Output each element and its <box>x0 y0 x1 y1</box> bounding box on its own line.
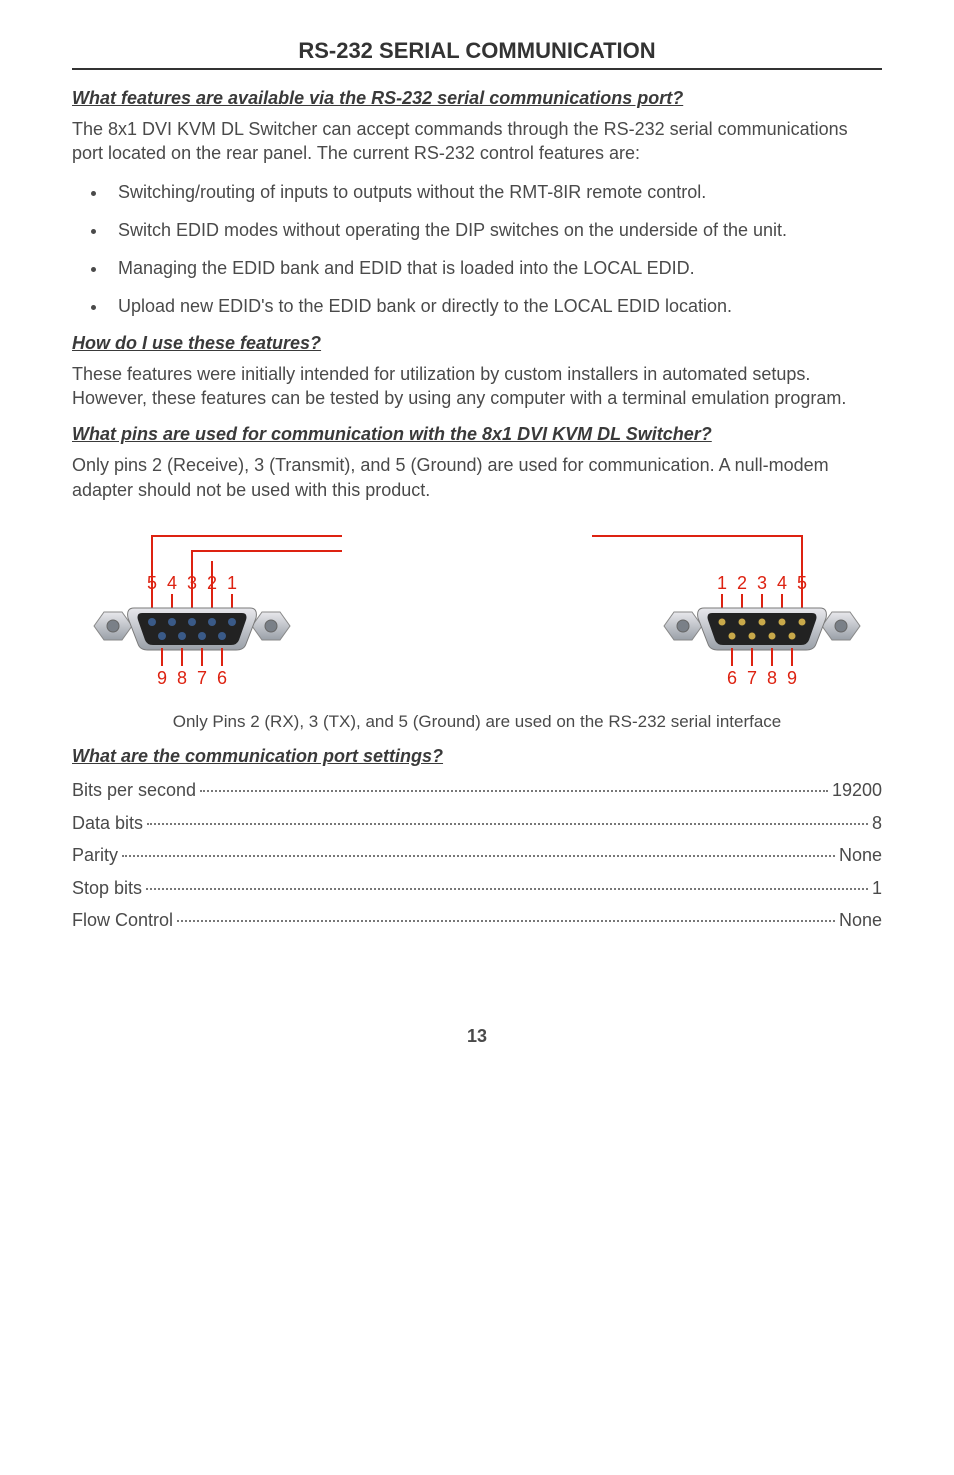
setting-value: 8 <box>872 808 882 839</box>
list-item: Managing the EDID bank and EDID that is … <box>108 256 882 280</box>
connector-figure-row: 5 4 3 2 1 <box>72 516 882 706</box>
db9-male-diagram: 1 2 3 4 5 <box>582 516 882 706</box>
pin-label: 8 <box>767 668 777 688</box>
pin-label: 3 <box>757 573 767 593</box>
pin-label: 1 <box>717 573 727 593</box>
setting-label: Bits per second <box>72 775 196 806</box>
setting-value: None <box>839 840 882 871</box>
setting-value: None <box>839 905 882 936</box>
pin-label: 5 <box>147 573 157 593</box>
pin-label: 9 <box>787 668 797 688</box>
setting-label: Data bits <box>72 808 143 839</box>
section3-heading: What pins are used for communication wit… <box>72 424 882 445</box>
pin-label: 7 <box>197 668 207 688</box>
leader-dots <box>122 855 835 857</box>
pin-label: 4 <box>167 573 177 593</box>
list-item: Switching/routing of inputs to outputs w… <box>108 180 882 204</box>
section4-heading: What are the communication port settings… <box>72 746 882 767</box>
list-item: Upload new EDID's to the EDID bank or di… <box>108 294 882 318</box>
title-rule <box>72 68 882 70</box>
pin-label: 9 <box>157 668 167 688</box>
setting-label: Parity <box>72 840 118 871</box>
pin-label: 3 <box>187 573 197 593</box>
setting-row: Data bits 8 <box>72 808 882 839</box>
pin-label: 7 <box>747 668 757 688</box>
setting-row: Flow Control None <box>72 905 882 936</box>
section2-heading: How do I use these features? <box>72 333 882 354</box>
setting-label: Stop bits <box>72 873 142 904</box>
pin-label: 4 <box>777 573 787 593</box>
settings-list: Bits per second 19200 Data bits 8 Parity… <box>72 775 882 936</box>
page-title: RS-232 SERIAL COMMUNICATION <box>72 38 882 64</box>
pin-label: 6 <box>217 668 227 688</box>
section1-para: The 8x1 DVI KVM DL Switcher can accept c… <box>72 117 882 166</box>
section3-para: Only pins 2 (Receive), 3 (Transmit), and… <box>72 453 882 502</box>
section2-para: These features were initially intended f… <box>72 362 882 411</box>
page: RS-232 SERIAL COMMUNICATION What feature… <box>0 0 954 1087</box>
leader-dots <box>147 823 868 825</box>
leader-dots <box>177 920 835 922</box>
db9-female-diagram: 5 4 3 2 1 <box>72 516 372 706</box>
pin-label: 2 <box>737 573 747 593</box>
figure-caption: Only Pins 2 (RX), 3 (TX), and 5 (Ground)… <box>72 712 882 732</box>
pin-label: 1 <box>227 573 237 593</box>
pin-label: 2 <box>207 573 217 593</box>
pin-label: 6 <box>727 668 737 688</box>
setting-row: Parity None <box>72 840 882 871</box>
page-number: 13 <box>72 1026 882 1047</box>
section1-list: Switching/routing of inputs to outputs w… <box>72 180 882 319</box>
leader-dots <box>200 790 828 792</box>
setting-row: Bits per second 19200 <box>72 775 882 806</box>
section1-heading: What features are available via the RS-2… <box>72 88 882 109</box>
setting-value: 19200 <box>832 775 882 806</box>
pin-label: 5 <box>797 573 807 593</box>
setting-label: Flow Control <box>72 905 173 936</box>
setting-row: Stop bits 1 <box>72 873 882 904</box>
pin-label: 8 <box>177 668 187 688</box>
leader-dots <box>146 888 868 890</box>
list-item: Switch EDID modes without operating the … <box>108 218 882 242</box>
setting-value: 1 <box>872 873 882 904</box>
